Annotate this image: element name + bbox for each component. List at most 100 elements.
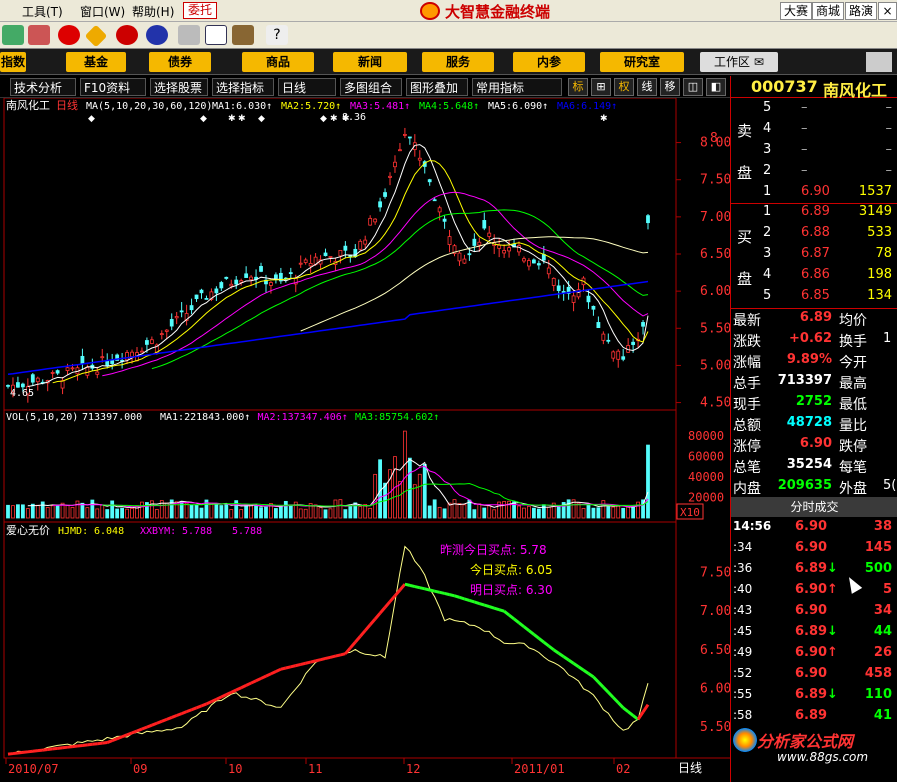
indicator-thick-segment — [121, 733, 128, 739]
move-icon[interactable]: 移 — [660, 78, 680, 96]
vpanel-title: VOL(5,10,20) — [6, 412, 78, 423]
indicator-thick-segment — [27, 749, 33, 754]
indicator-thick-segment — [77, 743, 83, 748]
quote-stat-row: 最新 6.89 均价 — [731, 310, 897, 331]
tab-overlay[interactable]: 图形叠加 — [406, 78, 468, 96]
nav-scroll[interactable] — [866, 52, 892, 72]
candle-body — [601, 333, 606, 341]
stat-value: 6.90 — [799, 436, 832, 451]
trade-row: :49 6.90 ↑ 26 — [731, 645, 897, 666]
order-volume: 1537 — [858, 184, 892, 199]
candle-body — [586, 295, 591, 303]
trade-row: :45 6.89 ↓ 44 — [731, 624, 897, 645]
entrust-button[interactable]: 委托 — [183, 2, 217, 19]
rights-icon[interactable]: 权 — [614, 78, 634, 96]
x-axis-label: 11 — [308, 762, 322, 776]
tab-common-indicator[interactable]: 常用指标 — [472, 78, 562, 96]
nav-news[interactable]: 新闻 — [333, 52, 407, 72]
indicator-thick-segment — [320, 657, 326, 662]
candle-body — [105, 360, 110, 367]
tab-select-indicator[interactable]: 选择指标 — [212, 78, 274, 96]
nav-research[interactable]: 研究室 — [600, 52, 684, 72]
order-price: 6.87 — [801, 246, 830, 261]
line-icon[interactable]: 线 — [637, 78, 657, 96]
signal-marker-icon: ◆ — [200, 114, 207, 124]
candle-body — [189, 305, 194, 311]
stat-label-right: 最低 — [839, 397, 867, 413]
order-level: 2 — [763, 163, 772, 178]
ipanel-y-label: 5.50 — [700, 720, 730, 735]
indicator-thick-segment — [404, 582, 411, 587]
window-close-icon[interactable]: × — [878, 2, 897, 20]
indicator-thick-segment — [641, 703, 650, 713]
fast-icon[interactable] — [116, 25, 138, 45]
indicator-thick-segment — [340, 652, 346, 657]
diamond-icon[interactable] — [84, 24, 108, 48]
volume-ma-lines — [27, 458, 649, 509]
books-icon[interactable] — [232, 25, 254, 45]
volume-bar — [120, 507, 125, 519]
tab-daily[interactable]: 日线 — [278, 78, 336, 96]
nav-index[interactable]: 指数 — [0, 52, 26, 72]
menu-item-help[interactable]: 帮助(H) — [132, 3, 174, 20]
indicator-thick-segment — [131, 729, 138, 735]
contest-button[interactable]: 大赛 — [780, 2, 813, 20]
indicator-thick-segment — [57, 746, 63, 750]
menu-item-tools[interactable]: 工具(T) — [22, 3, 63, 20]
indicator-thick-segment — [483, 603, 490, 609]
tab-tech-analysis[interactable]: 技术分析 — [10, 78, 76, 96]
tab-f10[interactable]: F10资料 — [80, 78, 146, 96]
mark-icon[interactable]: 标 — [568, 78, 588, 96]
nav-bond[interactable]: 债券 — [149, 52, 211, 72]
help-cursor-icon[interactable]: ? — [266, 25, 288, 45]
nav-fund[interactable]: 基金 — [66, 52, 126, 72]
volume-bar — [70, 507, 75, 519]
order-book-row: 2 – – — [731, 163, 897, 184]
volume-bar — [343, 509, 348, 519]
blue-ball-icon[interactable] — [146, 25, 168, 45]
mall-button[interactable]: 商城 — [812, 2, 845, 20]
candle-body — [199, 289, 204, 294]
indicator-thick-segment — [444, 592, 450, 597]
panel-icon[interactable]: ◫ — [683, 78, 703, 96]
red-ball-icon[interactable] — [58, 25, 80, 45]
crosshair-icon[interactable]: ⊞ — [591, 78, 611, 96]
candle-body — [556, 285, 561, 291]
nav-service[interactable]: 服务 — [422, 52, 494, 72]
volume-bar — [30, 503, 35, 519]
indicator-thick-segment — [32, 749, 38, 753]
order-volume: 533 — [867, 225, 892, 240]
volume-bar — [601, 500, 606, 519]
indicator-thick-segment — [449, 593, 455, 598]
roadshow-button[interactable]: 路演 — [845, 2, 878, 20]
order-level: 1 — [763, 184, 772, 199]
candle-body — [303, 259, 308, 263]
alert-icon[interactable] — [28, 25, 50, 45]
workspace-button[interactable]: 工作区 ✉ — [700, 52, 778, 72]
tab-select-stock[interactable]: 选择股票 — [150, 78, 208, 96]
ipanel-y-label: 7.50 — [700, 566, 730, 581]
order-book-row: 5 6.85 134 — [731, 288, 897, 309]
kpanel-y-label: 5.00 — [700, 358, 730, 373]
window-layout-icon[interactable] — [205, 25, 227, 45]
print-icon[interactable] — [178, 25, 200, 45]
trade-price: 6.89 — [795, 687, 828, 702]
chart-area[interactable]: 南风化工 日线 MA(5,10,20,30,60,120) MA1:6.030↑… — [0, 98, 730, 782]
candle-body — [551, 277, 556, 286]
indicator-thick-segment — [255, 677, 262, 683]
nav-insider[interactable]: 内参 — [513, 52, 585, 72]
volume-bar — [432, 499, 437, 519]
indicator-thick-segment — [359, 629, 367, 638]
quote-icon[interactable] — [2, 25, 24, 45]
menu-item-window[interactable]: 窗口(W) — [80, 3, 125, 20]
volume-bar — [45, 506, 50, 519]
split-icon[interactable]: ◧ — [706, 78, 726, 96]
workspace-label: 工作区 — [714, 55, 751, 69]
volume-bar — [318, 507, 323, 519]
indicator-thick-segment — [166, 716, 173, 721]
order-level: 5 — [763, 100, 772, 115]
nav-commodity[interactable]: 商品 — [242, 52, 314, 72]
volume-bar — [373, 473, 378, 519]
quote-header: 000737 南风化工 — [731, 76, 897, 100]
tab-multi-chart[interactable]: 多图组合 — [340, 78, 402, 96]
